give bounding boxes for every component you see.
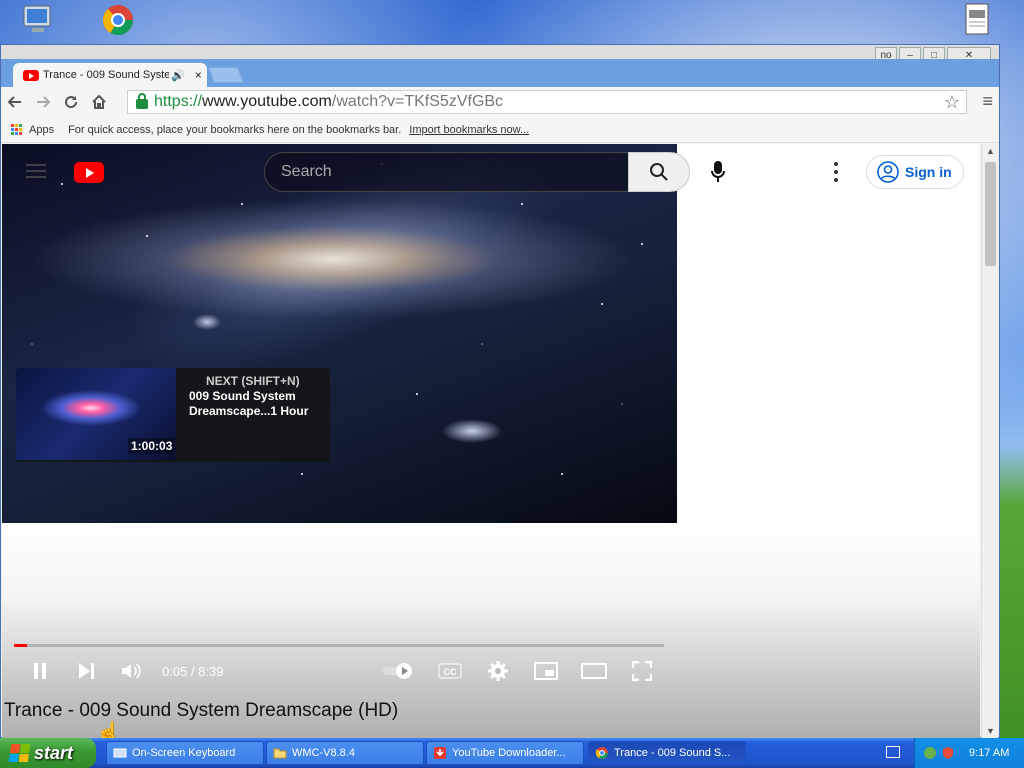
- downloader-icon: [434, 747, 446, 759]
- tab-title: Trance - 009 Sound System Dreamscape (HD…: [43, 69, 169, 81]
- clock[interactable]: 9:17 AM: [969, 747, 1009, 759]
- new-tab-button[interactable]: [208, 67, 244, 83]
- page-scrollbar[interactable]: ▲ ▼: [981, 144, 998, 738]
- bookmark-star-icon[interactable]: ☆: [944, 92, 960, 113]
- apps-label[interactable]: Apps: [29, 124, 54, 136]
- up-next-card[interactable]: 1:00:03 NEXT (SHIFT+N) 009 Sound System …: [16, 368, 330, 462]
- video-title: Trance - 009 Sound System Dreamscape (HD…: [4, 700, 399, 721]
- sign-in-button[interactable]: Sign in: [866, 155, 964, 189]
- url-path: /watch?v=TKfS5zVfGBc: [331, 93, 504, 110]
- keyboard-icon: [113, 748, 127, 758]
- forward-arrow-icon[interactable]: [29, 88, 57, 116]
- browser-toolbar: https:// www.youtube.com /watch?v=TKfS5z…: [1, 87, 999, 117]
- task-label: YouTube Downloader...: [452, 747, 566, 759]
- task-youtube-downloader[interactable]: YouTube Downloader...: [426, 741, 584, 765]
- my-computer-icon[interactable]: [20, 2, 56, 38]
- scroll-thumb[interactable]: [985, 162, 996, 266]
- import-bookmarks-link[interactable]: Import bookmarks now...: [409, 124, 529, 136]
- start-button[interactable]: start: [0, 738, 96, 768]
- task-chrome-youtube[interactable]: Trance - 009 Sound S...: [588, 741, 746, 765]
- taskbar: start On-Screen Keyboard WMC-V8.8.4 YouT…: [0, 738, 1024, 768]
- fullscreen-icon[interactable]: [628, 658, 656, 684]
- tab-youtube[interactable]: Trance - 009 Sound System Dreamscape (HD…: [13, 63, 207, 87]
- progress-fill: [14, 644, 27, 647]
- scroll-down-arrow-icon[interactable]: ▼: [986, 726, 995, 736]
- task-label: On-Screen Keyboard: [132, 747, 236, 759]
- up-next-title[interactable]: 009 Sound System Dreamscape...1 Hour: [189, 389, 324, 419]
- pause-icon[interactable]: [26, 658, 54, 684]
- hand-cursor-icon: ☝: [96, 722, 121, 738]
- settings-gear-icon[interactable]: [484, 658, 512, 684]
- bookmarks-hint: For quick access, place your bookmarks h…: [68, 123, 402, 136]
- tab-close-icon[interactable]: ×: [195, 68, 202, 82]
- subtitles-icon[interactable]: CC: [436, 658, 464, 684]
- search-button[interactable]: [628, 152, 690, 192]
- chrome-menu-icon[interactable]: ≡: [982, 91, 993, 112]
- system-tray: 9:17 AM: [914, 738, 1024, 768]
- autoplay-toggle-icon[interactable]: [382, 658, 416, 684]
- url-host: www.youtube.com: [202, 93, 332, 110]
- speaker-icon[interactable]: 🔊: [171, 69, 185, 82]
- browser-window: no – □ ✕ Trance - 009 Sound System Dream…: [0, 44, 1000, 738]
- hamburger-menu-icon[interactable]: [26, 164, 46, 178]
- theater-mode-icon[interactable]: [580, 658, 608, 684]
- up-next-duration: 1:00:03: [128, 438, 176, 454]
- user-avatar-icon: [877, 161, 899, 183]
- player-controls: 0:05 / 8:39 CC: [2, 654, 980, 688]
- time-display: 0:05 / 8:39: [162, 664, 224, 679]
- search-input[interactable]: Search: [264, 152, 630, 192]
- youtube-page: Search Sign in 1:00:03 NEXT (SHIFT+N) 00…: [2, 144, 980, 738]
- scroll-up-arrow-icon[interactable]: ▲: [986, 146, 995, 156]
- more-options-icon[interactable]: [832, 162, 840, 182]
- video-stars: [2, 144, 677, 523]
- up-next-heading: NEXT (SHIFT+N): [206, 374, 300, 388]
- tab-strip: Trance - 009 Sound System Dreamscape (HD…: [1, 59, 999, 87]
- lock-icon: [136, 93, 148, 109]
- youtube-favicon-icon: [23, 69, 39, 81]
- miniplayer-icon[interactable]: [532, 658, 560, 684]
- chrome-icon: [595, 747, 608, 759]
- next-video-icon[interactable]: [72, 658, 100, 684]
- youtube-logo-icon[interactable]: [74, 162, 104, 183]
- microphone-icon[interactable]: [708, 160, 728, 184]
- address-bar[interactable]: https:// www.youtube.com /watch?v=TKfS5z…: [127, 90, 967, 114]
- chrome-shortcut-icon[interactable]: [100, 2, 136, 38]
- progress-bar[interactable]: [14, 644, 664, 647]
- folder-icon: [273, 748, 287, 759]
- url-scheme: https://: [154, 93, 203, 110]
- back-arrow-icon[interactable]: [1, 88, 29, 116]
- sign-in-label: Sign in: [905, 164, 952, 180]
- network-icon[interactable]: [923, 746, 937, 760]
- cc-label: CC: [444, 667, 457, 677]
- task-label: WMC-V8.8.4: [292, 747, 355, 759]
- keyboard-tray-icon[interactable]: [886, 746, 900, 758]
- task-label: Trance - 009 Sound S...: [614, 747, 731, 759]
- task-on-screen-keyboard[interactable]: On-Screen Keyboard: [106, 741, 264, 765]
- youtube-header: Search Sign in: [2, 144, 980, 200]
- start-label: start: [34, 742, 74, 763]
- search-icon: [650, 163, 668, 181]
- volume-icon[interactable]: [118, 658, 146, 684]
- document-icon[interactable]: [960, 2, 996, 38]
- windows-flag-icon: [8, 744, 31, 762]
- bookmarks-bar: Apps For quick access, place your bookma…: [1, 117, 999, 143]
- home-icon[interactable]: [85, 88, 113, 116]
- reload-icon[interactable]: [57, 88, 85, 116]
- search-placeholder: Search: [281, 163, 332, 180]
- task-wmc-folder[interactable]: WMC-V8.8.4: [266, 741, 424, 765]
- apps-grid-icon[interactable]: [11, 123, 23, 136]
- video-frame[interactable]: [2, 144, 677, 523]
- security-icon[interactable]: [941, 746, 955, 760]
